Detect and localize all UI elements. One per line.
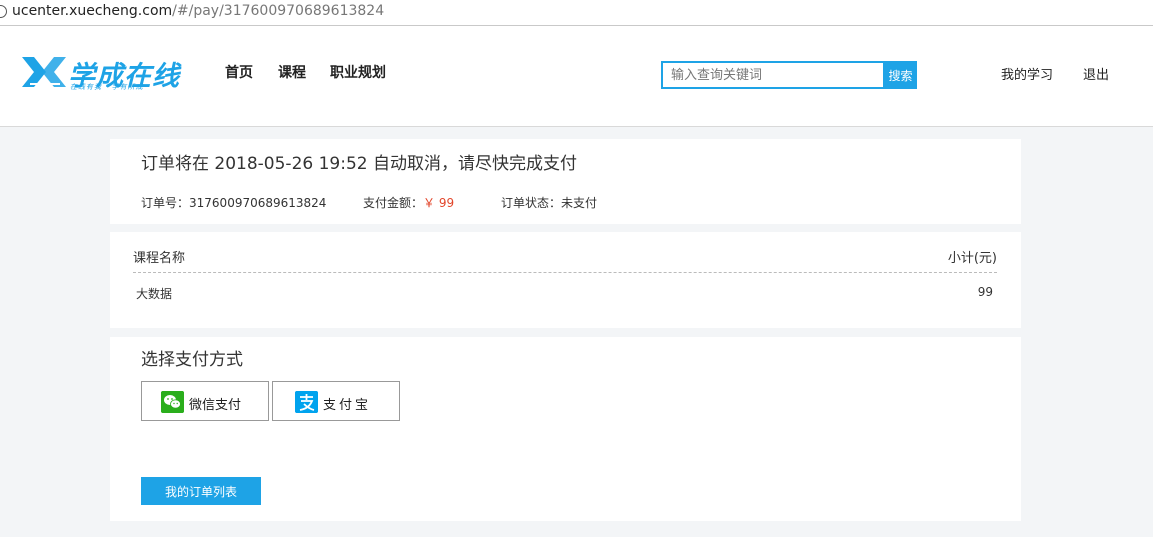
search-input[interactable] (661, 61, 885, 89)
wechat-pay-button[interactable]: 微信支付 (141, 381, 269, 421)
nav-career[interactable]: 职业规划 (330, 62, 386, 82)
logo[interactable]: 学成在线 在线有我 · 学有所成 (20, 54, 180, 92)
order-status-value: 未支付 (561, 196, 598, 210)
url-host: ucenter.xuecheng.com (12, 3, 173, 19)
order-number-value: 317600970689613824 (189, 196, 327, 210)
order-status-label: 订单状态： (501, 196, 562, 210)
url-text[interactable]: ucenter.xuecheng.com/#/pay/3176009706896… (12, 3, 384, 19)
order-amount-label: 支付金额： (363, 196, 424, 210)
order-status: 订单状态：未支付 (501, 194, 597, 211)
info-icon[interactable] (0, 5, 7, 18)
site-header: 学成在线 在线有我 · 学有所成 首页 课程 职业规划 搜索 我的学习 退出 (0, 26, 1153, 127)
wechat-icon (161, 391, 184, 413)
order-amount: 支付金额：￥ 99 (363, 194, 454, 211)
alipay-label: 支付宝 (323, 398, 372, 413)
logout-link[interactable]: 退出 (1083, 64, 1109, 83)
order-number-label: 订单号： (141, 196, 190, 210)
course-row-subtotal: 99 (977, 285, 993, 299)
wechat-pay-label: 微信支付 (189, 398, 242, 413)
address-bar[interactable]: ucenter.xuecheng.com/#/pay/3176009706896… (0, 0, 1153, 26)
nav-courses[interactable]: 课程 (278, 62, 306, 82)
order-deadline: 订单将在 2018-05-26 19:52 自动取消，请尽快完成支付 (141, 154, 577, 174)
alipay-button[interactable]: 支付宝 (272, 381, 400, 421)
order-number: 订单号：317600970689613824 (141, 194, 326, 211)
url-path: /#/pay/317600970689613824 (172, 3, 385, 19)
search-button[interactable]: 搜索 (884, 61, 917, 89)
order-amount-value: ￥ 99 (423, 196, 455, 210)
logo-slogan: 在线有我 · 学有所成 (70, 83, 144, 91)
table-divider (133, 272, 997, 273)
col-course-name: 课程名称 (133, 251, 186, 266)
payment-panel: 选择支付方式 微信支付 支付宝 我的订单列表 (110, 337, 1021, 521)
alipay-icon (295, 391, 318, 413)
payment-title: 选择支付方式 (141, 350, 243, 370)
my-learning-link[interactable]: 我的学习 (1001, 64, 1053, 83)
logo-x-icon (22, 57, 66, 87)
course-row-name: 大数据 (136, 287, 173, 301)
nav-home[interactable]: 首页 (225, 62, 253, 82)
my-orders-button[interactable]: 我的订单列表 (141, 477, 261, 505)
col-subtotal: 小计(元) (947, 251, 997, 266)
course-table-panel: 课程名称 小计(元) 大数据 99 (110, 232, 1021, 328)
order-info-panel: 订单将在 2018-05-26 19:52 自动取消，请尽快完成支付 订单号：3… (110, 139, 1021, 224)
